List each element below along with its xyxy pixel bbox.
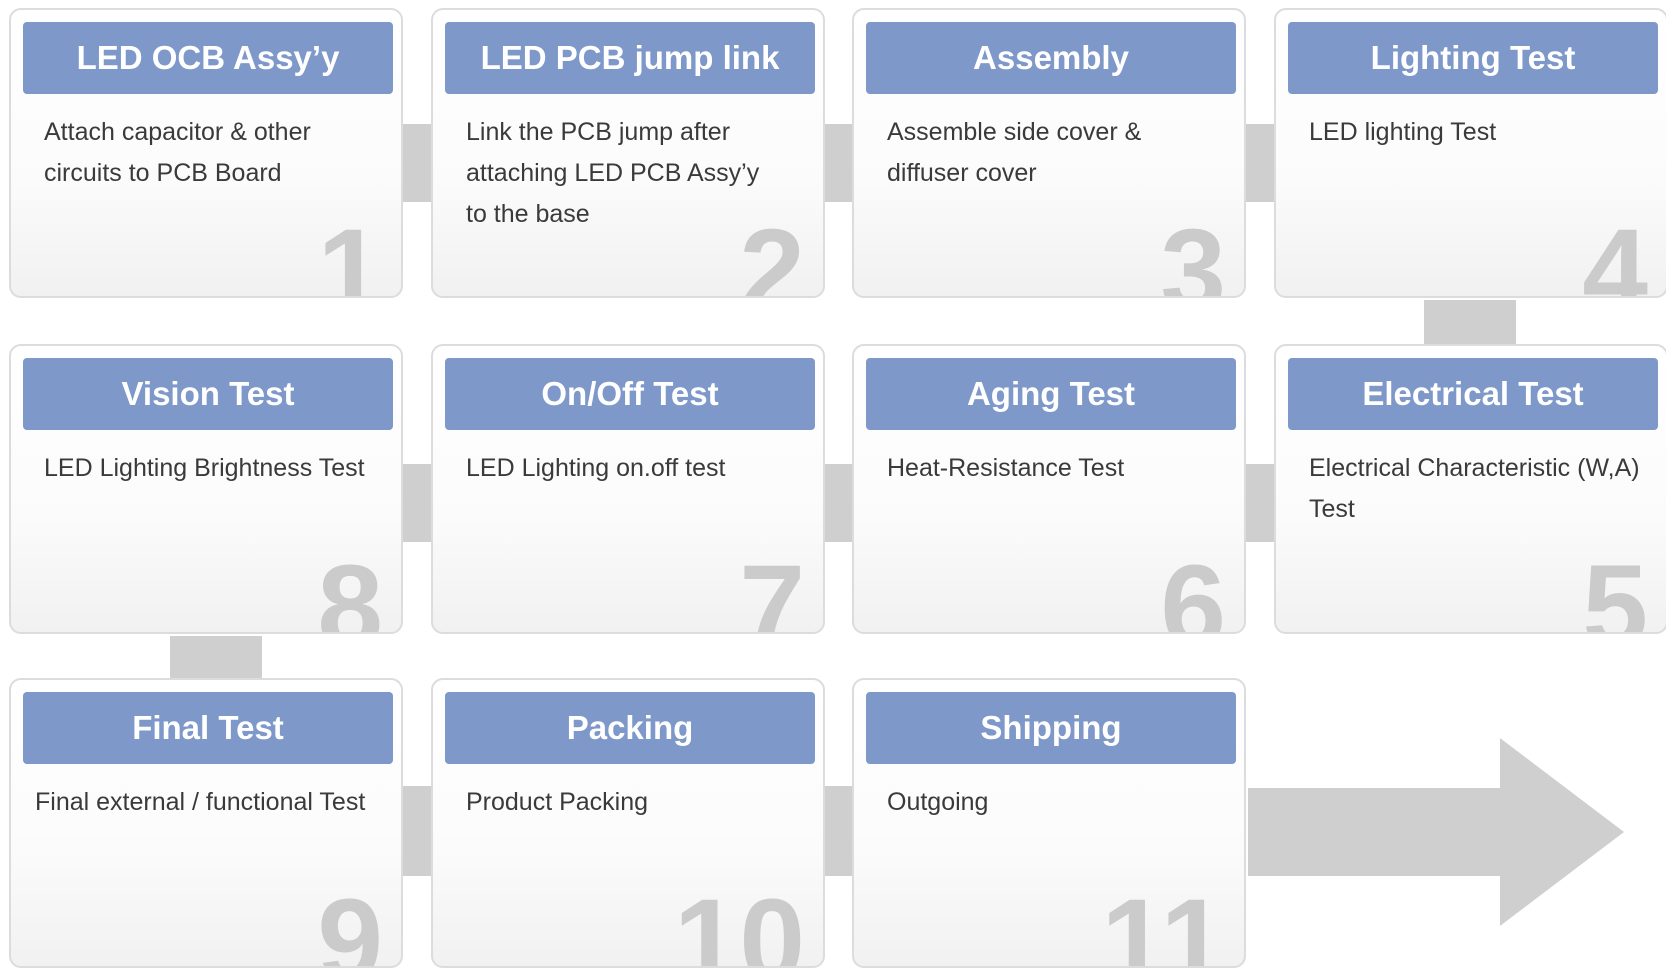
connector-1-2 — [400, 124, 434, 202]
step-description: Electrical Characteristic (W,A) Test — [1309, 454, 1640, 523]
step-title: LED OCB Assy’y — [23, 22, 393, 94]
step-card-10: Packing Product Packing 10 — [431, 678, 825, 968]
step-description: Final external / functional Test — [35, 788, 366, 816]
step-number: 8 — [317, 541, 383, 634]
step-card-11: Shipping Outgoing 11 — [852, 678, 1246, 968]
step-title: Final Test — [23, 692, 393, 764]
step-number: 5 — [1582, 541, 1648, 634]
connector-8-9 — [170, 636, 262, 682]
step-title: Shipping — [866, 692, 1236, 764]
step-card-7: On/Off Test LED Lighting on.off test 7 — [431, 344, 825, 634]
step-description: Attach capacitor & other circuits to PCB… — [44, 118, 311, 187]
step-card-5: Electrical Test Electrical Characteristi… — [1274, 344, 1666, 634]
step-title: Lighting Test — [1288, 22, 1658, 94]
connector-3-4 — [1243, 124, 1277, 202]
step-number: 7 — [739, 541, 805, 634]
connector-4-5 — [1424, 300, 1516, 346]
step-description: Product Packing — [466, 788, 649, 816]
step-title: Vision Test — [23, 358, 393, 430]
step-description: Outgoing — [887, 788, 989, 816]
step-card-3: Assembly Assemble side cover & diffuser … — [852, 8, 1246, 298]
step-description: Assemble side cover & diffuser cover — [887, 118, 1142, 187]
step-title: Packing — [445, 692, 815, 764]
connector-8-7 — [400, 464, 434, 542]
flow-arrow-icon — [1248, 738, 1624, 926]
step-number: 3 — [1160, 205, 1226, 298]
step-description: LED Lighting on.off test — [466, 454, 726, 482]
step-number: 9 — [317, 875, 383, 968]
step-card-2: LED PCB jump link Link the PCB jump afte… — [431, 8, 825, 298]
step-description: Heat-Resistance Test — [887, 454, 1125, 482]
step-card-6: Aging Test Heat-Resistance Test 6 — [852, 344, 1246, 634]
step-title: On/Off Test — [445, 358, 815, 430]
step-description: LED Lighting Brightness Test — [44, 454, 365, 482]
step-number: 4 — [1582, 205, 1648, 298]
step-title: Aging Test — [866, 358, 1236, 430]
step-description: LED lighting Test — [1309, 118, 1497, 146]
connector-7-6 — [822, 464, 856, 542]
connector-2-3 — [822, 124, 856, 202]
step-card-4: Lighting Test LED lighting Test 4 — [1274, 8, 1666, 298]
step-number: 2 — [739, 205, 805, 298]
step-number: 10 — [673, 875, 805, 968]
step-number: 1 — [317, 205, 383, 298]
step-number: 11 — [1101, 875, 1226, 968]
connector-10-11 — [822, 786, 856, 876]
step-card-9: Final Test Final external / functional T… — [9, 678, 403, 968]
step-title: Electrical Test — [1288, 358, 1658, 430]
connector-9-10 — [400, 786, 434, 876]
step-number: 6 — [1160, 541, 1226, 634]
step-card-1: LED OCB Assy’y Attach capacitor & other … — [9, 8, 403, 298]
step-title: LED PCB jump link — [445, 22, 815, 94]
step-card-8: Vision Test LED Lighting Brightness Test… — [9, 344, 403, 634]
step-title: Assembly — [866, 22, 1236, 94]
connector-6-5 — [1243, 464, 1277, 542]
